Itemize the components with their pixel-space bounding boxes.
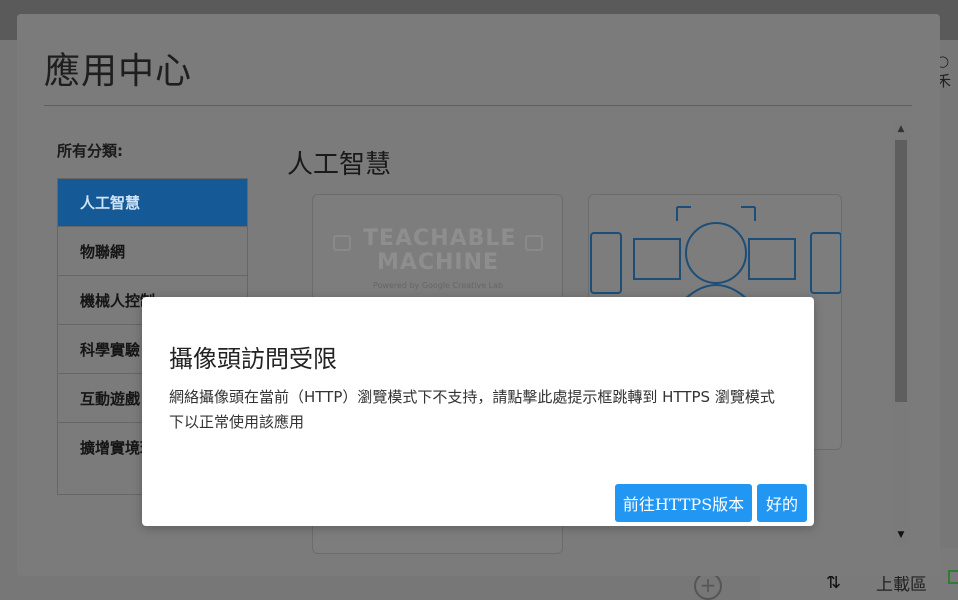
ok-button[interactable]: 好的	[757, 484, 807, 522]
dialog-title: 攝像頭訪問受限	[169, 345, 337, 373]
scrollbar[interactable]: ▲ ▼	[892, 120, 910, 546]
logo-line-1: TEACHABLE	[363, 226, 517, 251]
checkbox-icon	[948, 570, 958, 584]
card-powered-by: Powered by Google Creative Lab	[372, 281, 504, 290]
title-divider	[44, 105, 912, 106]
add-icon: +	[694, 572, 722, 600]
category-ai[interactable]: 人工智慧	[57, 178, 248, 227]
scroll-down-icon[interactable]: ▼	[892, 530, 910, 542]
card-logo: TEACHABLE MACHINE	[363, 226, 517, 275]
category-iot[interactable]: 物聯網	[57, 227, 248, 276]
categories-heading: 所有分類:	[57, 142, 123, 160]
app-center-title: 應用中心	[44, 51, 193, 92]
camera-icon	[333, 235, 351, 251]
speaker-icon	[525, 235, 543, 251]
dialog-message[interactable]: 網絡攝像頭在當前（HTTP）瀏覽模式下不支持，請點擊此處提示框跳轉到 HTTPS…	[169, 385, 789, 435]
logo-line-2: MACHINE	[376, 250, 500, 275]
camera-restricted-dialog: 攝像頭訪問受限 網絡攝像頭在當前（HTTP）瀏覽模式下不支持，請點擊此處提示框跳…	[142, 297, 814, 526]
scroll-up-icon[interactable]: ▲	[892, 124, 910, 136]
section-title: 人工智慧	[287, 150, 392, 180]
scrollbar-thumb[interactable]	[895, 140, 907, 402]
go-https-button[interactable]: 前往HTTPS版本	[615, 484, 752, 522]
